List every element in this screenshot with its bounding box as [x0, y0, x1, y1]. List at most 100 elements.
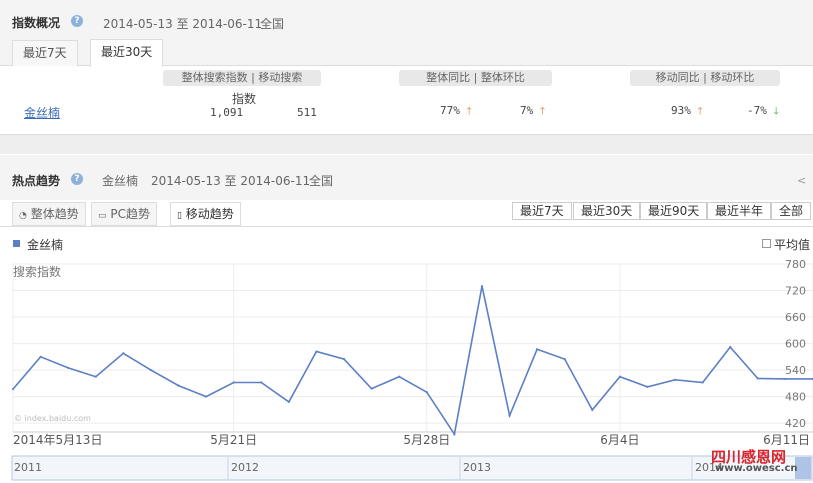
col-header-index: 整体搜索指数 | 移动搜索	[163, 70, 321, 86]
legend-label[interactable]: 金丝楠	[27, 236, 63, 253]
monitor-icon: ▭	[98, 211, 107, 221]
data-point	[756, 377, 760, 380]
col-header-overall: 整体同比 | 整体环比	[399, 70, 552, 86]
tab-pc-trend[interactable]: ▭ PC趋势	[91, 202, 157, 226]
data-point	[66, 366, 70, 370]
data-point	[204, 395, 208, 398]
y-tick-label: 720	[785, 285, 806, 298]
help-icon[interactable]: ?	[71, 15, 83, 27]
range-navigator: 2011 2012 2013 2014	[11, 455, 813, 481]
chart-grid	[12, 263, 813, 432]
help-icon[interactable]: ?	[71, 173, 83, 185]
range-all-button[interactable]: 全部	[771, 202, 812, 220]
data-point	[260, 381, 263, 384]
overview-title: 指数概况	[12, 16, 61, 30]
x-tick-label: 5月28日	[403, 433, 450, 447]
data-point	[287, 400, 291, 404]
keyword-link[interactable]: 金丝楠	[24, 104, 60, 121]
tab-last-30-days[interactable]: 最近30天	[90, 39, 164, 67]
overall-index-value: 1,091	[210, 106, 244, 119]
site-watermark-url: www.owesc.cn	[715, 463, 798, 474]
arrow-up-icon: 🡑	[697, 106, 703, 117]
data-point	[39, 355, 42, 359]
y-tick-label: 780	[785, 258, 806, 271]
chart-series	[11, 284, 813, 437]
share-icon[interactable]: <	[797, 174, 806, 187]
data-point	[425, 391, 428, 394]
col-header-index-sub: 指数	[232, 92, 257, 106]
y-tick-label: 420	[785, 417, 806, 430]
trend-keyword: 金丝楠	[102, 174, 139, 188]
chart-watermark: © index.baidu.com	[14, 414, 91, 423]
legend-swatch	[13, 240, 20, 247]
data-point	[398, 375, 401, 378]
data-point	[784, 377, 787, 381]
series-line	[12, 285, 813, 437]
tabs-baseline	[0, 226, 813, 227]
data-point	[122, 352, 125, 355]
x-tick-label: 5月21日	[210, 433, 257, 447]
navigator-year-label: 2012	[231, 461, 259, 474]
mobile-yoy-value: 93% 🡑	[671, 104, 703, 117]
data-point	[370, 387, 373, 390]
average-checkbox[interactable]	[762, 239, 771, 248]
y-axis-title: 搜索指数	[13, 265, 62, 279]
range-30-days-button[interactable]: 最近30天	[573, 202, 641, 220]
tab-last-7-days[interactable]: 最近7天	[12, 40, 78, 66]
trend-title: 热点趋势	[12, 174, 61, 188]
data-point	[453, 433, 456, 436]
y-axis: 420 480 540 600 660 720 780	[785, 258, 806, 430]
y-tick-label: 660	[785, 311, 806, 324]
data-point	[701, 381, 704, 384]
range-7-days-button[interactable]: 最近7天	[512, 202, 572, 220]
trend-header: 热点趋势 ? 金丝楠 2014-05-13 至 2014-06-11 全国 <	[0, 155, 813, 200]
data-point	[315, 350, 318, 353]
range-half-year-button[interactable]: 最近半年	[707, 202, 772, 220]
overview-tabs: 最近7天 最近30天	[0, 36, 813, 67]
section-divider	[0, 134, 813, 154]
overview-header: 指数概况 ? 2014-05-13 至 2014-06-11 全国	[0, 0, 813, 36]
overview-date-range: 2014-05-13 至 2014-06-11	[103, 17, 263, 31]
tab-overall-trend[interactable]: ◔ 整体趋势	[12, 202, 86, 226]
arrow-up-icon: 🡑	[466, 106, 472, 117]
data-point	[480, 284, 484, 288]
data-point	[94, 375, 97, 378]
trend-date-range: 2014-05-13 至 2014-06-11	[151, 174, 311, 188]
data-point	[232, 381, 235, 384]
range-90-days-button[interactable]: 最近90天	[640, 202, 708, 220]
arrow-down-icon: 🡓	[773, 106, 779, 117]
data-point	[618, 375, 622, 378]
navigator-frame	[11, 455, 813, 481]
pie-icon: ◔	[19, 211, 27, 221]
tab-mobile-trend[interactable]: ▯ 移动趋势	[170, 202, 241, 226]
y-tick-label: 540	[785, 364, 806, 377]
overall-yoy-value: 77% 🡑	[440, 104, 472, 117]
data-point	[591, 408, 594, 412]
trend-region: 全国	[309, 174, 334, 188]
y-tick-label: 480	[785, 391, 806, 404]
mobile-mom-value: -7% 🡓	[747, 104, 779, 117]
data-point	[563, 357, 566, 361]
x-tick-label: 2014年5月13日	[13, 433, 102, 447]
navigator-year-label: 2011	[14, 461, 42, 474]
x-axis: 2014年5月13日 5月21日 5月28日 6月4日 6月11日	[13, 431, 813, 447]
data-point	[673, 378, 677, 382]
data-point	[508, 414, 511, 417]
y-tick-label: 600	[785, 338, 806, 351]
average-label: 平均值	[774, 238, 811, 252]
col-header-mobile: 移动同比 | 移动环比	[630, 70, 780, 86]
data-point	[342, 357, 346, 361]
data-point	[177, 384, 180, 387]
data-point	[535, 348, 539, 351]
data-point	[729, 345, 732, 349]
arrow-up-icon: 🡑	[539, 106, 546, 117]
x-tick-label: 6月11日	[763, 433, 810, 447]
data-point	[149, 368, 153, 372]
x-tick-label: 6月4日	[600, 433, 639, 447]
data-point	[11, 387, 15, 391]
mobile-icon: ▯	[177, 211, 182, 221]
data-point	[646, 385, 649, 389]
overall-mom-value: 7% 🡑	[520, 104, 546, 117]
overview-region: 全国	[260, 17, 285, 31]
navigator-year-label: 2013	[463, 461, 491, 474]
